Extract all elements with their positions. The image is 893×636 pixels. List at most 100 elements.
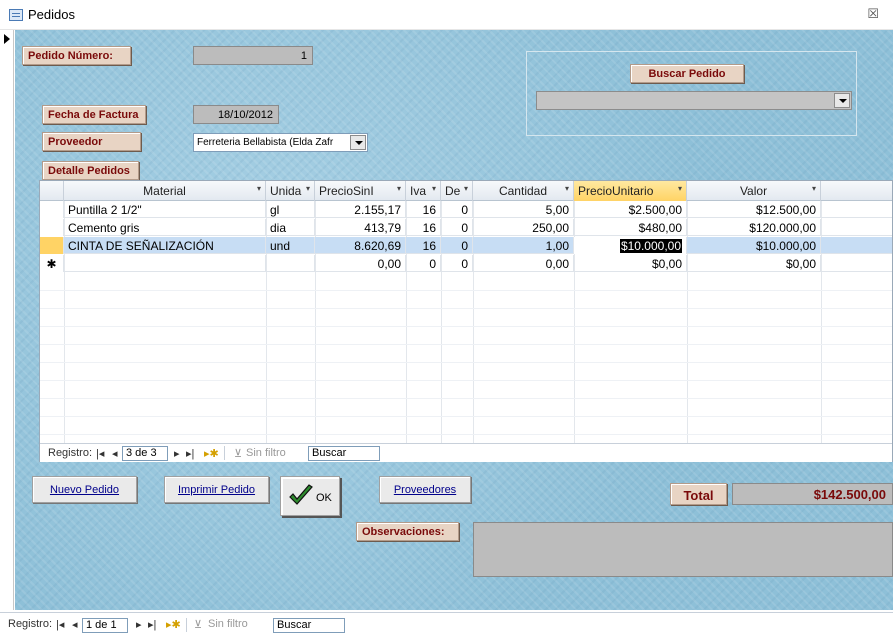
table-row-current[interactable]: CINTA DE SEÑALIZACIÓN und 8.620,69 16 0 … <box>40 237 892 254</box>
column-header-cantidad[interactable]: Cantidad ▾ <box>473 181 574 201</box>
last-record-icon[interactable]: ▸| <box>148 618 156 631</box>
form-filter-status[interactable]: Sin filtro <box>208 618 248 630</box>
total-field[interactable]: $142.500,00 <box>732 483 893 505</box>
buscar-pedido-combo[interactable] <box>536 91 852 110</box>
select-all-corner[interactable] <box>40 181 64 201</box>
detalle-pedidos-label: Detalle Pedidos <box>42 161 139 180</box>
column-header-precio-unitario[interactable]: PrecioUnitario ▾ <box>574 181 687 201</box>
next-record-icon[interactable]: ▸ <box>174 447 180 460</box>
last-record-icon[interactable]: ▸| <box>186 447 194 460</box>
cell-iva[interactable]: 0 <box>406 255 441 272</box>
form-icon <box>9 9 23 21</box>
grid-filter-status[interactable]: Sin filtro <box>246 447 286 459</box>
fecha-factura-field[interactable]: 18/10/2012 <box>193 105 279 124</box>
cell-precio-unitario[interactable]: $2.500,00 <box>574 201 687 218</box>
cell-precio-unitario-editing[interactable]: $10.000,00 <box>574 237 687 254</box>
cell-precio-sin-iva[interactable]: 0,00 <box>315 255 406 272</box>
column-header-valor[interactable]: Valor ▾ <box>687 181 821 201</box>
cell-valor[interactable]: $12.500,00 <box>687 201 821 218</box>
total-label: Total <box>670 483 727 505</box>
first-record-icon[interactable]: |◂ <box>56 618 64 631</box>
cell-cantidad[interactable]: 250,00 <box>473 219 574 236</box>
row-selector[interactable] <box>40 219 64 236</box>
cell-cantidad[interactable]: 1,00 <box>473 237 574 254</box>
cell-unidad[interactable]: dia <box>266 219 315 236</box>
cell-valor[interactable]: $0,00 <box>687 255 821 272</box>
column-header-precio-sin-iva[interactable]: PrecioSinI ▾ <box>315 181 406 201</box>
window-titlebar: Pedidos ☒ <box>0 0 893 30</box>
new-record-nav-icon[interactable]: ▸✱ <box>166 618 181 631</box>
cell-precio-sin-iva[interactable]: 8.620,69 <box>315 237 406 254</box>
prev-record-icon[interactable]: ◂ <box>112 447 118 460</box>
pedido-numero-label: Pedido Número: <box>22 46 131 65</box>
cell-descuento[interactable]: 0 <box>441 237 473 254</box>
new-record-icon[interactable]: ✱ <box>40 255 64 272</box>
window-title: Pedidos <box>28 7 75 22</box>
cell-precio-unitario[interactable]: $480,00 <box>574 219 687 236</box>
cell-precio-unitario[interactable]: $0,00 <box>574 255 687 272</box>
cell-unidad[interactable]: und <box>266 237 315 254</box>
cell-descuento[interactable]: 0 <box>441 255 473 272</box>
close-icon[interactable]: ☒ <box>867 6 879 22</box>
ok-label: OK <box>316 492 332 504</box>
cell-iva[interactable]: 16 <box>406 201 441 218</box>
observaciones-field[interactable] <box>473 522 893 577</box>
column-header-descuento[interactable]: De ▾ <box>441 181 473 201</box>
buscar-pedido-button[interactable]: Buscar Pedido <box>630 64 744 83</box>
nuevo-pedido-button[interactable]: Nuevo Pedido <box>32 476 137 503</box>
cell-descuento[interactable]: 0 <box>441 201 473 218</box>
detalle-pedidos-grid: Material ▾ Unida ▾ PrecioSinI ▾ Iva ▾ De ▾ Ca… <box>39 180 893 462</box>
buscar-pedido-frame: Buscar Pedido <box>526 51 857 136</box>
row-selector[interactable] <box>40 237 64 254</box>
cell-unidad[interactable]: gl <box>266 201 315 218</box>
form-nav-label: Registro: <box>8 618 53 630</box>
table-row-new[interactable]: ✱ 0,00 0 0 0,00 $0,00 $0,00 <box>40 255 892 272</box>
new-record-nav-icon[interactable]: ▸✱ <box>204 447 219 460</box>
next-record-icon[interactable]: ▸ <box>136 618 142 631</box>
cell-precio-sin-iva[interactable]: 413,79 <box>315 219 406 236</box>
ok-button[interactable]: OK <box>280 476 340 516</box>
form-search-input[interactable]: Buscar <box>273 618 345 633</box>
cell-iva[interactable]: 16 <box>406 237 441 254</box>
proveedores-button[interactable]: Proveedores <box>379 476 471 503</box>
table-row[interactable]: Puntilla 2 1/2" gl 2.155,17 16 0 5,00 $2… <box>40 201 892 218</box>
proveedor-label: Proveedor <box>42 132 141 151</box>
filter-icon[interactable]: ⊻ <box>234 447 242 460</box>
cell-unidad[interactable] <box>266 255 315 272</box>
column-header-material[interactable]: Material ▾ <box>64 181 266 201</box>
cell-valor[interactable]: $120.000,00 <box>687 219 821 236</box>
filter-icon[interactable]: ⊻ <box>194 618 202 631</box>
cell-cantidad[interactable]: 5,00 <box>473 201 574 218</box>
cell-precio-sin-iva[interactable]: 2.155,17 <box>315 201 406 218</box>
cell-iva[interactable]: 16 <box>406 219 441 236</box>
checkmark-icon <box>289 484 313 505</box>
column-header-unidad[interactable]: Unida ▾ <box>266 181 315 201</box>
cell-material[interactable]: Puntilla 2 1/2" <box>64 201 266 218</box>
pedido-numero-field[interactable]: 1 <box>193 46 313 65</box>
grid-nav-label: Registro: <box>48 447 93 459</box>
form-record-position[interactable]: 1 de 1 <box>82 618 128 633</box>
table-row[interactable]: Cemento gris dia 413,79 16 0 250,00 $480… <box>40 219 892 236</box>
record-selector[interactable] <box>0 30 14 610</box>
column-header-iva[interactable]: Iva ▾ <box>406 181 441 201</box>
cell-material[interactable]: Cemento gris <box>64 219 266 236</box>
cell-descuento[interactable]: 0 <box>441 219 473 236</box>
proveedor-combo[interactable]: Ferreteria Bellabista (Elda Zafr <box>193 133 368 152</box>
grid-search-input[interactable]: Buscar <box>308 446 380 461</box>
imprimir-pedido-button[interactable]: Imprimir Pedido <box>164 476 269 503</box>
chevron-down-icon[interactable] <box>834 93 850 108</box>
grid-empty-area <box>40 273 892 435</box>
cell-valor[interactable]: $10.000,00 <box>687 237 821 254</box>
pedidos-form: Pedido Número: 1 Fecha de Factura 18/10/… <box>15 30 893 610</box>
row-selector[interactable] <box>40 201 64 218</box>
cell-cantidad[interactable]: 0,00 <box>473 255 574 272</box>
prev-record-icon[interactable]: ◂ <box>72 618 78 631</box>
current-record-arrow-icon <box>4 34 10 44</box>
first-record-icon[interactable]: |◂ <box>96 447 104 460</box>
chevron-down-icon[interactable] <box>350 135 366 150</box>
proveedor-value: Ferreteria Bellabista (Elda Zafr <box>197 137 334 148</box>
grid-record-position[interactable]: 3 de 3 <box>122 446 168 461</box>
cell-material[interactable] <box>64 255 266 272</box>
cell-material[interactable]: CINTA DE SEÑALIZACIÓN <box>64 237 266 254</box>
grid-header: Material ▾ Unida ▾ PrecioSinI ▾ Iva ▾ De ▾ Ca… <box>40 181 892 201</box>
